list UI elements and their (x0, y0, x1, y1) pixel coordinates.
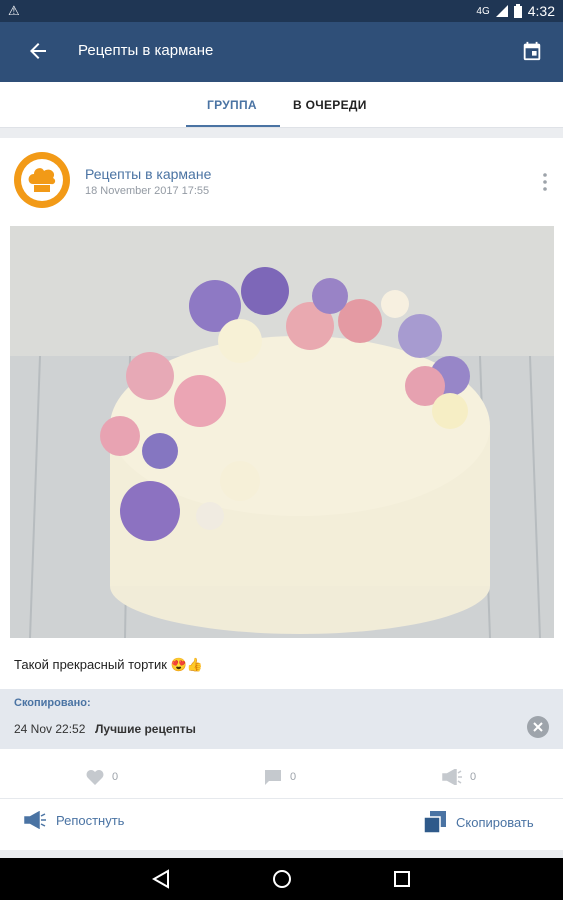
like-count: 0 (112, 771, 119, 783)
repost-button[interactable]: Репостнуть (24, 811, 124, 829)
megaphone-icon (442, 769, 462, 785)
tab-bar: ГРУППА В ОЧЕРЕДИ (0, 82, 563, 128)
post-actions: Репостнуть Скопировать (0, 798, 563, 850)
post-author[interactable]: Рецепты в кармане (85, 166, 211, 182)
home-nav-icon[interactable] (272, 869, 292, 889)
page-title: Рецепты в кармане (78, 42, 214, 59)
comment-button[interactable]: 0 (264, 769, 296, 785)
post-card: Рецепты в кармане 18 November 2017 17:55 (0, 138, 563, 850)
comment-icon (265, 770, 281, 785)
calendar-icon[interactable] (521, 40, 543, 62)
megaphone-icon (24, 811, 46, 829)
back-arrow-icon[interactable] (26, 39, 50, 63)
tab-queue[interactable]: В ОЧЕРЕДИ (293, 98, 367, 112)
status-icons: 4G 4:32 (476, 3, 555, 19)
copied-time: 24 Nov 22:52 (14, 722, 86, 736)
repost-count: 0 (470, 771, 477, 783)
more-options-icon[interactable] (541, 172, 549, 192)
avatar[interactable] (14, 152, 70, 208)
status-bar: ⚠ 4G 4:32 (0, 0, 563, 22)
copied-from-block: Скопировано: 24 Nov 22:52 Лучшие рецепты (0, 689, 563, 749)
signal-icon (495, 5, 508, 17)
post-text: Такой прекрасный тортик 😍👍 (14, 657, 203, 672)
back-nav-icon[interactable] (152, 869, 170, 889)
like-button[interactable]: 0 (86, 769, 118, 785)
battery-icon (513, 4, 522, 18)
comment-count: 0 (290, 771, 297, 783)
copied-source[interactable]: Лучшие рецепты (95, 722, 196, 736)
system-nav-bar (0, 858, 563, 900)
recents-nav-icon[interactable] (393, 869, 411, 889)
copy-button[interactable]: Скопировать (424, 811, 534, 833)
post-photo[interactable] (10, 226, 554, 638)
close-icon[interactable] (527, 716, 549, 738)
chef-hat-icon (21, 159, 63, 201)
post-date: 18 November 2017 17:55 (85, 185, 210, 197)
post-stats: 0 0 0 (0, 764, 563, 794)
tab-group[interactable]: ГРУППА (207, 98, 257, 112)
share-stat[interactable]: 0 (442, 769, 476, 785)
copied-label: Скопировано: (14, 697, 91, 709)
app-bar: Рецепты в кармане (0, 22, 563, 82)
warning-icon: ⚠ (8, 3, 20, 18)
copy-label: Скопировать (456, 814, 534, 830)
heart-icon (86, 770, 104, 785)
copy-icon (424, 811, 446, 833)
network-label: 4G (476, 5, 490, 17)
active-tab-indicator (186, 125, 280, 127)
repost-label: Репостнуть (56, 812, 125, 828)
clock: 4:32 (527, 3, 555, 19)
